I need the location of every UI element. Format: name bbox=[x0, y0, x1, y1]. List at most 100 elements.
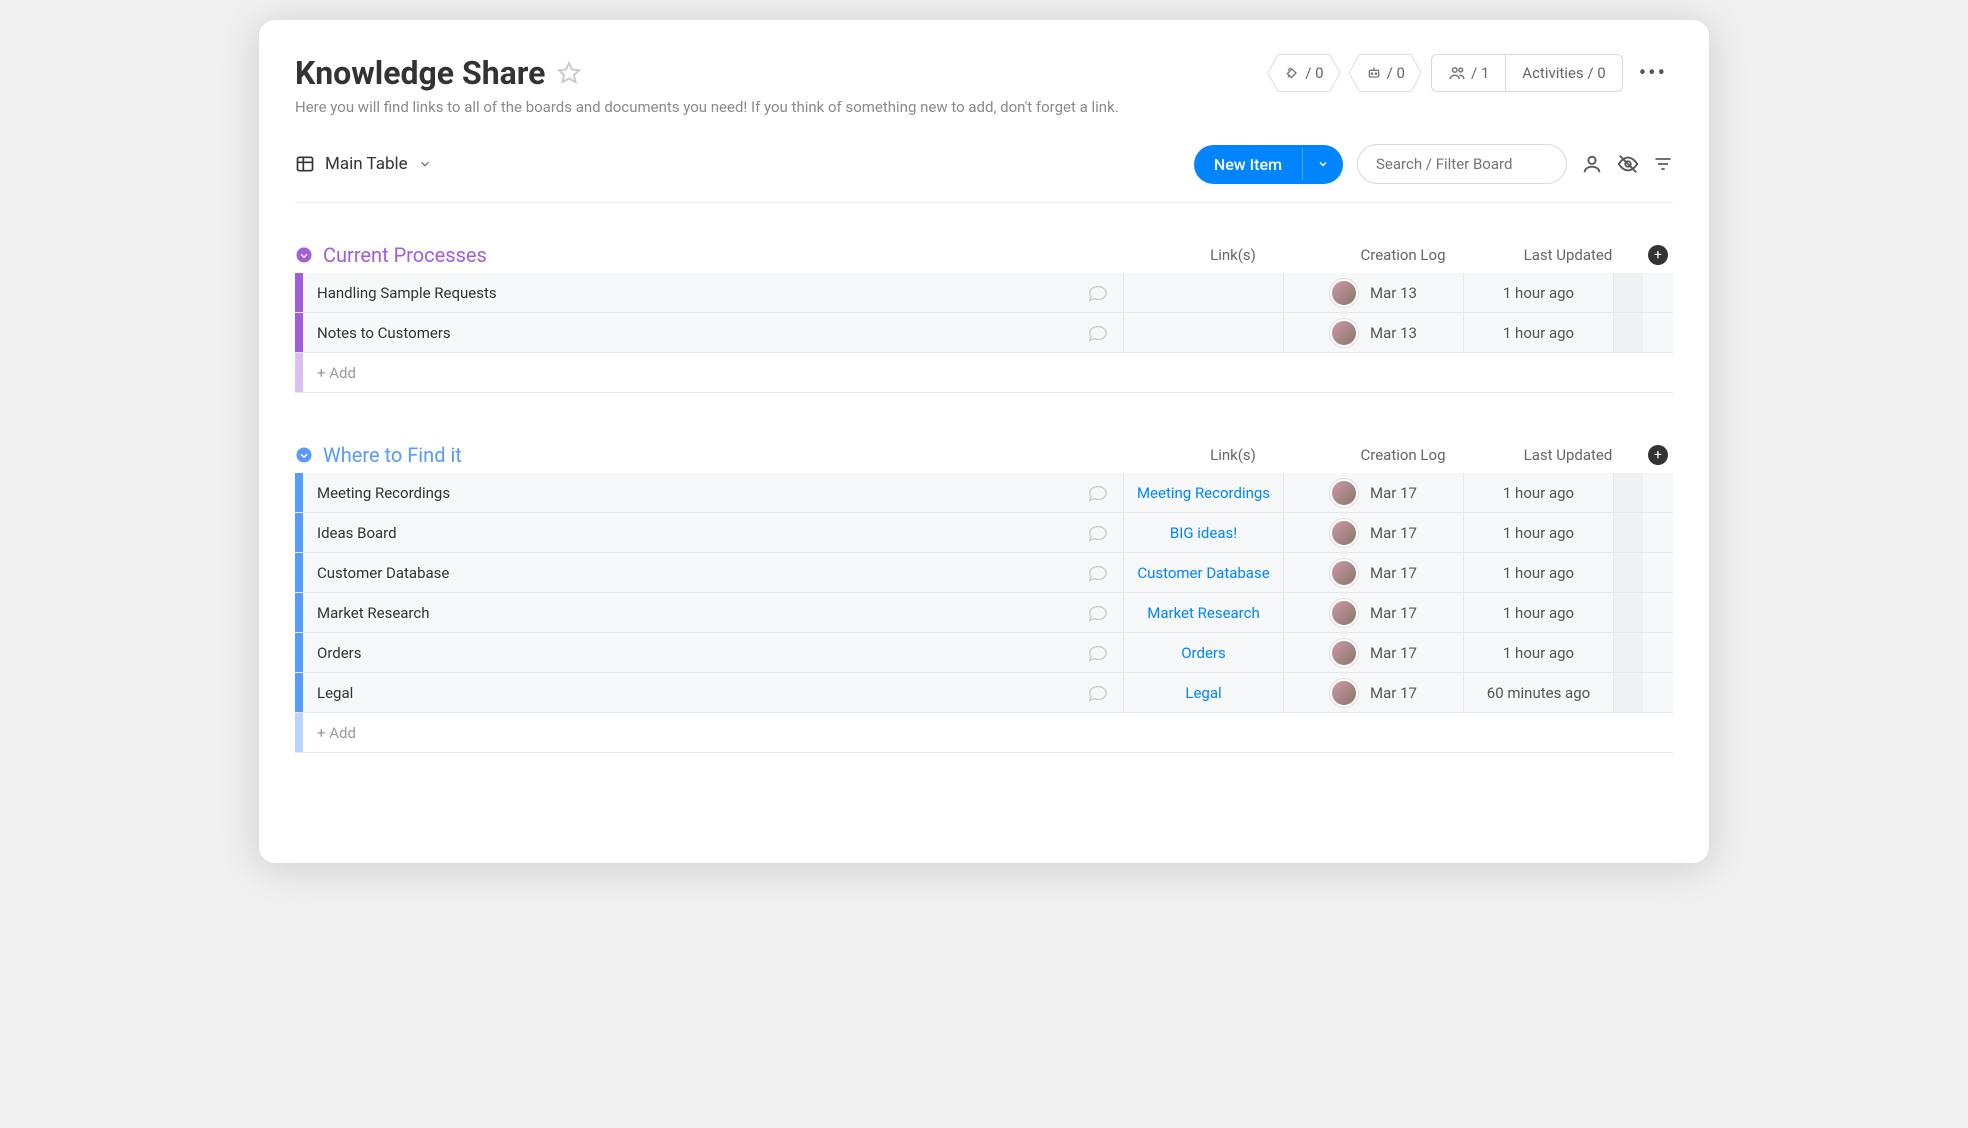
row-end bbox=[1613, 513, 1643, 552]
group-header: Where to Find it Link(s)Creation LogLast … bbox=[295, 443, 1673, 467]
chevron-down-icon bbox=[418, 157, 432, 171]
row-creation-log: Mar 17 bbox=[1283, 473, 1463, 512]
activities-button[interactable]: Activities / 0 bbox=[1505, 55, 1621, 91]
add-column[interactable]: + bbox=[1643, 445, 1673, 465]
row-link-cell[interactable] bbox=[1123, 273, 1283, 312]
chat-icon[interactable] bbox=[1073, 682, 1123, 704]
row-last-updated: 1 hour ago bbox=[1463, 633, 1613, 672]
table-row[interactable]: OrdersOrdersMar 171 hour ago bbox=[295, 633, 1673, 673]
members-button[interactable]: / 1 bbox=[1432, 55, 1505, 91]
table-row[interactable]: Customer DatabaseCustomer DatabaseMar 17… bbox=[295, 553, 1673, 593]
row-end bbox=[1613, 593, 1643, 632]
chevron-down-icon bbox=[1317, 158, 1329, 170]
column-header-links[interactable]: Link(s) bbox=[1153, 446, 1313, 464]
row-name[interactable]: Orders bbox=[303, 644, 1073, 662]
add-row-label: + Add bbox=[303, 724, 356, 742]
chat-icon[interactable] bbox=[1073, 322, 1123, 344]
add-row-label: + Add bbox=[303, 364, 356, 382]
row-name[interactable]: Handling Sample Requests bbox=[303, 284, 1073, 302]
row-link-cell[interactable]: Legal bbox=[1123, 673, 1283, 712]
row-last-updated: 1 hour ago bbox=[1463, 593, 1613, 632]
more-menu-icon[interactable]: ••• bbox=[1633, 61, 1673, 86]
row-link-cell[interactable]: Market Research bbox=[1123, 593, 1283, 632]
avatar[interactable] bbox=[1330, 519, 1358, 547]
avatar[interactable] bbox=[1330, 639, 1358, 667]
chat-icon[interactable] bbox=[1073, 482, 1123, 504]
row-name[interactable]: Meeting Recordings bbox=[303, 484, 1073, 502]
automations-button[interactable]: / 0 bbox=[1350, 55, 1421, 91]
integrations-button[interactable]: / 0 bbox=[1268, 55, 1339, 91]
group-title[interactable]: Where to Find it bbox=[323, 443, 462, 467]
row-last-updated: 1 hour ago bbox=[1463, 273, 1613, 312]
toolbar-right: New Item bbox=[1194, 144, 1673, 184]
header: Knowledge Share Here you will find links… bbox=[295, 54, 1673, 116]
chat-icon[interactable] bbox=[1073, 602, 1123, 624]
plus-icon: + bbox=[1648, 245, 1668, 265]
row-end bbox=[1613, 553, 1643, 592]
toolbar: Main Table New Item bbox=[295, 144, 1673, 203]
new-item-dropdown[interactable] bbox=[1302, 148, 1343, 180]
avatar[interactable] bbox=[1330, 679, 1358, 707]
row-accent bbox=[295, 553, 303, 592]
table-row[interactable]: Ideas BoardBIG ideas!Mar 171 hour ago bbox=[295, 513, 1673, 553]
row-name[interactable]: Customer Database bbox=[303, 564, 1073, 582]
collapse-icon[interactable] bbox=[295, 246, 313, 264]
column-header-links[interactable]: Link(s) bbox=[1153, 246, 1313, 264]
avatar[interactable] bbox=[1330, 559, 1358, 587]
table-row[interactable]: LegalLegalMar 1760 minutes ago bbox=[295, 673, 1673, 713]
group-title[interactable]: Current Processes bbox=[323, 243, 487, 267]
row-accent bbox=[295, 633, 303, 672]
row-name[interactable]: Market Research bbox=[303, 604, 1073, 622]
row-link-cell[interactable]: Meeting Recordings bbox=[1123, 473, 1283, 512]
column-header-creation-log[interactable]: Creation Log bbox=[1313, 446, 1493, 464]
row-link-cell[interactable]: Orders bbox=[1123, 633, 1283, 672]
row-link-cell[interactable] bbox=[1123, 313, 1283, 352]
chat-icon[interactable] bbox=[1073, 282, 1123, 304]
filter-icon[interactable] bbox=[1653, 154, 1673, 174]
column-header-creation-log[interactable]: Creation Log bbox=[1313, 246, 1493, 264]
hide-icon[interactable] bbox=[1617, 153, 1639, 175]
board-title: Knowledge Share bbox=[295, 54, 545, 92]
row-end bbox=[1613, 633, 1643, 672]
search-input[interactable] bbox=[1357, 144, 1567, 184]
row-creation-log: Mar 17 bbox=[1283, 633, 1463, 672]
add-row[interactable]: + Add bbox=[295, 353, 1673, 393]
avatar[interactable] bbox=[1330, 319, 1358, 347]
table-row[interactable]: Notes to CustomersMar 131 hour ago bbox=[295, 313, 1673, 353]
row-end bbox=[1613, 313, 1643, 352]
table-row[interactable]: Handling Sample RequestsMar 131 hour ago bbox=[295, 273, 1673, 313]
avatar[interactable] bbox=[1330, 479, 1358, 507]
new-item-button[interactable]: New Item bbox=[1194, 145, 1343, 184]
avatar[interactable] bbox=[1330, 279, 1358, 307]
title-block: Knowledge Share Here you will find links… bbox=[295, 54, 1119, 116]
row-name[interactable]: Ideas Board bbox=[303, 524, 1073, 542]
person-filter-icon[interactable] bbox=[1581, 153, 1603, 175]
row-accent bbox=[295, 353, 303, 392]
board-content: Current ProcessesLink(s)Creation LogLast… bbox=[295, 203, 1673, 753]
row-name[interactable]: Notes to Customers bbox=[303, 324, 1073, 342]
chat-icon[interactable] bbox=[1073, 562, 1123, 584]
members-activities-group: / 1 Activities / 0 bbox=[1431, 54, 1623, 92]
column-header-last-updated[interactable]: Last Updated bbox=[1493, 446, 1643, 464]
add-column[interactable]: + bbox=[1643, 245, 1673, 265]
collapse-icon[interactable] bbox=[295, 446, 313, 464]
chat-icon[interactable] bbox=[1073, 522, 1123, 544]
row-name[interactable]: Legal bbox=[303, 684, 1073, 702]
row-link-cell[interactable]: Customer Database bbox=[1123, 553, 1283, 592]
chat-icon[interactable] bbox=[1073, 642, 1123, 664]
table-row[interactable]: Meeting RecordingsMeeting RecordingsMar … bbox=[295, 473, 1673, 513]
table-row[interactable]: Market ResearchMarket ResearchMar 171 ho… bbox=[295, 593, 1673, 633]
title-row: Knowledge Share bbox=[295, 54, 1119, 92]
add-row[interactable]: + Add bbox=[295, 713, 1673, 753]
row-accent bbox=[295, 273, 303, 312]
group: Current Processes Link(s)Creation LogLast… bbox=[295, 243, 1673, 393]
column-header-last-updated[interactable]: Last Updated bbox=[1493, 246, 1643, 264]
row-link-cell[interactable]: BIG ideas! bbox=[1123, 513, 1283, 552]
row-end bbox=[1613, 673, 1643, 712]
view-selector[interactable]: Main Table bbox=[295, 154, 432, 174]
row-last-updated: 60 minutes ago bbox=[1463, 673, 1613, 712]
group: Where to Find it Link(s)Creation LogLast … bbox=[295, 443, 1673, 753]
avatar[interactable] bbox=[1330, 599, 1358, 627]
favorite-star-icon[interactable] bbox=[557, 61, 581, 85]
row-last-updated: 1 hour ago bbox=[1463, 553, 1613, 592]
